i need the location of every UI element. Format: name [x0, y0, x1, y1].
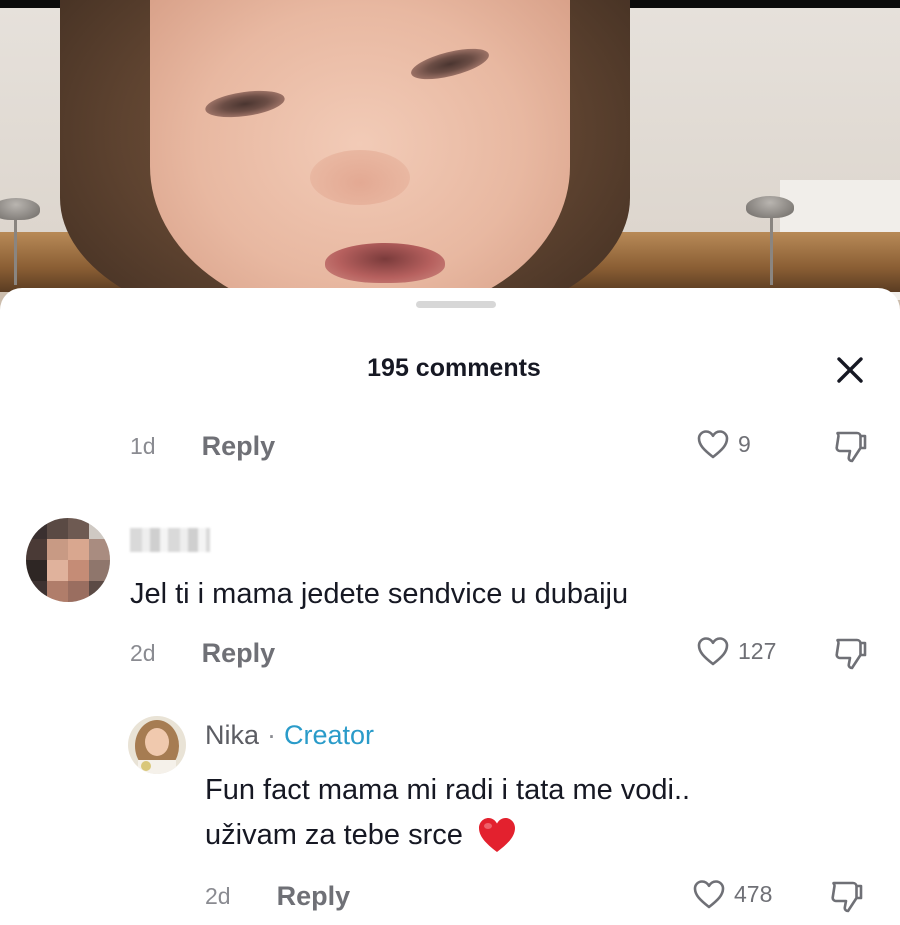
video-person-nose [310, 150, 410, 205]
comment-text: Jel ti i mama jedete sendvice u dubaiju [130, 578, 629, 610]
video-lamp [746, 196, 794, 218]
reply-button[interactable]: Reply [277, 881, 351, 912]
dislike-icon[interactable] [832, 635, 870, 678]
like-count: 478 [734, 880, 773, 907]
comments-sheet: 195 comments 1d Reply 9 Jel ti i mama je… [0, 288, 900, 925]
comment-meta: 1d Reply [130, 426, 275, 466]
author-separator: · [267, 720, 277, 750]
comment-meta: 2d Reply [130, 633, 275, 673]
comment-text-line2-wrap: uživam za tebe srce [205, 813, 517, 857]
comment-time: 2d [130, 639, 156, 666]
heart-outline-icon [697, 430, 729, 459]
comment-text-line2: uživam za tebe srce [205, 819, 463, 851]
creator-badge: Creator [284, 720, 375, 750]
video-person-mouth [325, 243, 445, 283]
comment-text-line1: Fun fact mama mi radi i tata me vodi.. [205, 774, 691, 806]
like-button[interactable]: 478 [692, 878, 772, 910]
comments-count-title: 195 comments [367, 354, 541, 382]
heart-outline-icon [693, 880, 725, 909]
like-count: 9 [738, 430, 751, 457]
avatar[interactable] [26, 518, 110, 602]
video-lamp-rod [14, 215, 17, 285]
video-lamp [0, 198, 40, 220]
close-icon[interactable] [832, 352, 868, 388]
comment-time: 2d [205, 882, 231, 909]
heart-outline-icon [697, 637, 729, 666]
dislike-icon[interactable] [828, 878, 866, 921]
comment-time: 1d [130, 432, 156, 459]
red-heart-emoji [478, 818, 515, 852]
reply-button[interactable]: Reply [202, 638, 276, 669]
like-count: 127 [738, 637, 777, 664]
dislike-icon[interactable] [832, 428, 870, 471]
creator-avatar[interactable] [128, 716, 186, 774]
video-frame [0, 0, 900, 330]
comment-author-line: Nika · Creator [205, 720, 374, 751]
comment-author[interactable]: Nika [205, 720, 259, 751]
like-button[interactable]: 9 [696, 428, 751, 460]
video-lamp-rod [770, 215, 773, 285]
reply-button[interactable]: Reply [202, 431, 276, 462]
comment-meta: 2d Reply [205, 876, 350, 916]
username-redacted [130, 528, 210, 552]
drag-handle[interactable] [416, 301, 496, 308]
like-button[interactable]: 127 [696, 635, 776, 667]
